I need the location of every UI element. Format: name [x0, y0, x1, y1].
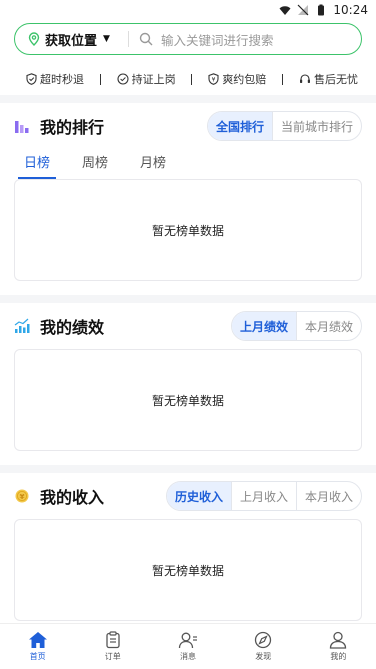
guarantee-item: 持证上岗	[117, 71, 176, 87]
tabbar-messages[interactable]: 消息	[150, 624, 225, 669]
ranking-empty-state: 暂无榜单数据	[14, 179, 362, 281]
ranking-header: 我的排行 全国排行 当前城市排行	[14, 103, 362, 149]
guarantee-item: 超时秒退	[26, 71, 84, 87]
tabbar-discover[interactable]: 发现	[226, 624, 301, 669]
guarantee-label: 超时秒退	[40, 73, 84, 86]
growth-chart-icon	[14, 318, 30, 333]
ranking-national-option[interactable]: 全国排行	[207, 112, 272, 140]
income-period-selector: 历史收入 上月收入 本月收入	[165, 481, 362, 511]
contacts-icon	[178, 632, 197, 649]
performance-this-month-option[interactable]: 本月绩效	[295, 312, 361, 340]
guarantee-bar: 超时秒退 持证上岗 ¥ 爽约包赔 售后无忧	[0, 61, 376, 95]
signal-icon	[297, 4, 309, 16]
tabbar-label: 发现	[255, 652, 272, 661]
guarantee-item: ¥ 爽约包赔	[208, 71, 266, 87]
compensation-icon: ¥	[208, 73, 219, 85]
tab-monthly[interactable]: 月榜	[134, 149, 172, 171]
guarantee-label: 爽约包赔	[222, 73, 267, 86]
income-empty-state: 暂无榜单数据	[14, 519, 362, 621]
bar-chart-icon	[15, 121, 29, 133]
compass-icon	[255, 631, 272, 649]
performance-title-text: 我的绩效	[40, 318, 105, 337]
tabbar-label: 我的	[330, 652, 347, 661]
location-pin-icon	[28, 32, 40, 46]
coin-icon: ¥	[15, 489, 29, 503]
svg-text:¥: ¥	[20, 493, 25, 501]
search-bar: 获取位置 ▼ 输入关键词进行搜索	[14, 23, 362, 55]
caret-down-icon: ▼	[103, 34, 110, 44]
home-icon	[28, 632, 47, 648]
ranking-tabs: 日榜 周榜 月榜	[14, 149, 362, 179]
user-icon	[330, 631, 347, 649]
guarantee-label: 持证上岗	[131, 73, 176, 86]
performance-empty-state: 暂无榜单数据	[14, 349, 362, 451]
income-header: ¥ 我的收入 历史收入 上月收入 本月收入	[14, 473, 362, 519]
ranking-city-option[interactable]: 当前城市排行	[271, 112, 361, 140]
tab-weekly[interactable]: 周榜	[76, 149, 114, 171]
performance-last-month-option[interactable]: 上月绩效	[231, 312, 296, 340]
separator	[191, 73, 193, 85]
ranking-card: 我的排行 全国排行 当前城市排行 日榜 周榜 月榜 暂无榜单数据	[0, 103, 376, 295]
status-time: 10:24	[333, 3, 368, 17]
ranking-title-text: 我的排行	[40, 118, 105, 137]
tabbar-orders[interactable]: 订单	[75, 624, 150, 669]
guarantee-item: 售后无忧	[299, 71, 358, 87]
clipboard-icon	[106, 631, 120, 649]
status-bar: 10:24	[0, 0, 376, 20]
search-icon	[139, 32, 153, 46]
income-this-month-option[interactable]: 本月收入	[295, 482, 361, 510]
certified-icon	[117, 73, 129, 85]
income-title: ¥ 我的收入	[14, 484, 104, 508]
income-card: ¥ 我的收入 历史收入 上月收入 本月收入 暂无榜单数据	[0, 473, 376, 635]
tabbar-profile[interactable]: 我的	[301, 624, 376, 669]
separator	[99, 73, 101, 85]
wifi-icon	[279, 6, 291, 15]
tabbar-home[interactable]: 首页	[0, 624, 75, 669]
location-selector[interactable]: 获取位置 ▼	[27, 30, 110, 49]
tabbar-label: 订单	[104, 652, 121, 661]
performance-period-selector: 上月绩效 本月绩效	[230, 311, 362, 341]
search-input[interactable]: 输入关键词进行搜索	[161, 30, 274, 49]
ranking-title: 我的排行	[14, 114, 104, 138]
top-bar: 获取位置 ▼ 输入关键词进行搜索	[0, 20, 376, 61]
location-label: 获取位置	[45, 33, 98, 49]
performance-header: 我的绩效 上月绩效 本月绩效	[14, 303, 362, 349]
guarantee-label: 售后无忧	[313, 73, 358, 86]
tabbar-label: 消息	[180, 652, 196, 661]
performance-title: 我的绩效	[14, 314, 104, 338]
tabbar-label: 首页	[29, 652, 46, 661]
separator	[282, 73, 284, 85]
income-history-option[interactable]: 历史收入	[166, 482, 231, 510]
battery-icon	[318, 4, 325, 16]
ranking-scope-selector: 全国排行 当前城市排行	[206, 111, 362, 141]
headset-icon	[299, 74, 310, 83]
tab-daily[interactable]: 日榜	[18, 149, 57, 179]
svg-text:¥: ¥	[212, 77, 216, 84]
performance-card: 我的绩效 上月绩效 本月绩效 暂无榜单数据	[0, 303, 376, 465]
bottom-tab-bar: 首页 订单 消息 发现 我的	[0, 623, 376, 669]
income-title-text: 我的收入	[40, 488, 105, 507]
shield-icon	[26, 73, 37, 85]
search-divider	[127, 31, 129, 47]
income-last-month-option[interactable]: 上月收入	[230, 482, 296, 510]
